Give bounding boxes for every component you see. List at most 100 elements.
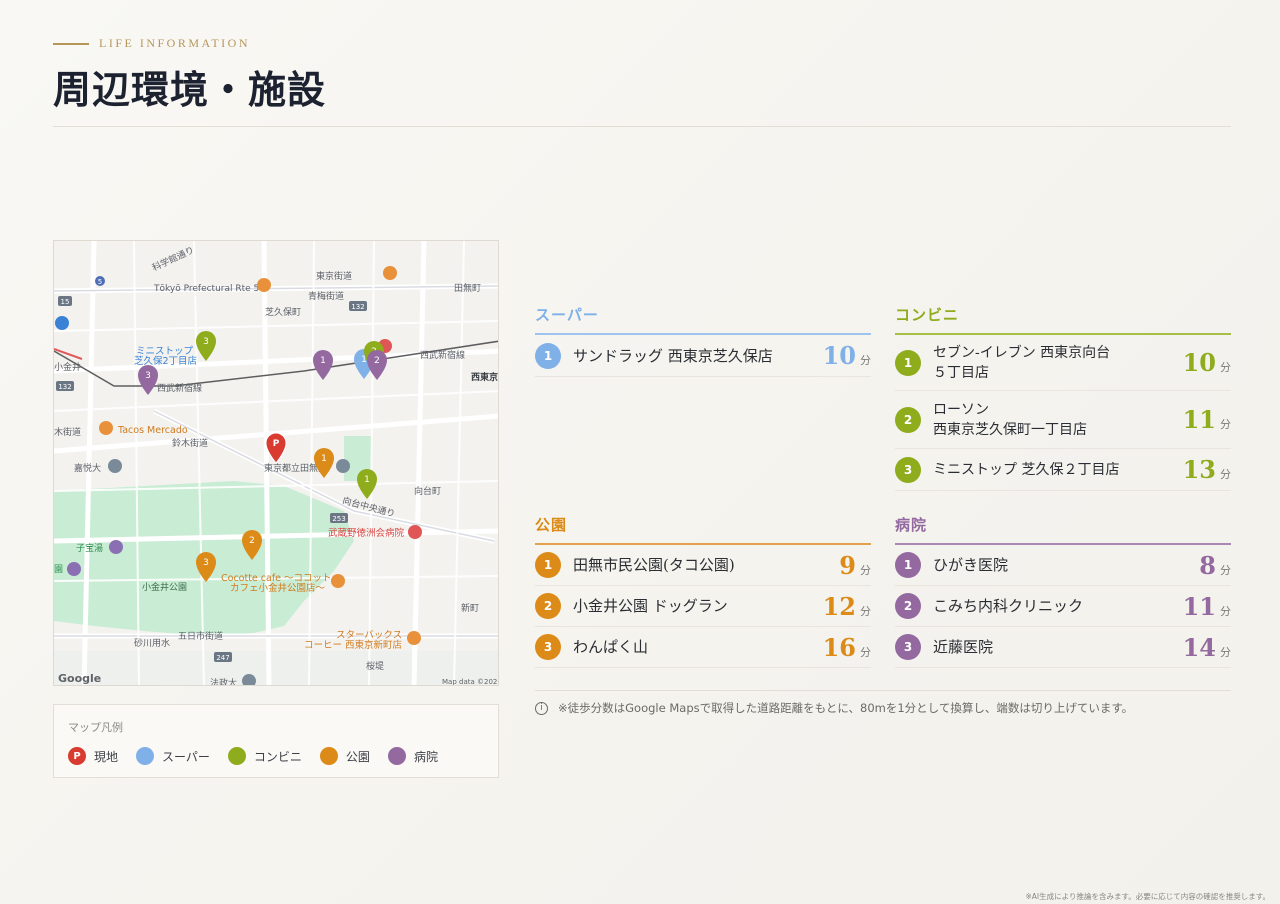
map-label: 芝久保2丁目店 bbox=[134, 355, 197, 367]
rank-badge: 2 bbox=[895, 593, 921, 619]
minutes-unit: 分 bbox=[1220, 418, 1231, 431]
rank-badge: 3 bbox=[535, 634, 561, 660]
legend-label: スーパー bbox=[162, 749, 210, 764]
park-dot-icon bbox=[319, 747, 338, 765]
list-item: 2 こみち内科クリニック 11 分 bbox=[895, 586, 1231, 627]
category-title: 公園 bbox=[535, 514, 871, 545]
route-shield: 253 bbox=[332, 515, 345, 523]
list-item: 2 ローソン 西東京芝久保町一丁目店 11 分 bbox=[895, 391, 1231, 449]
map-label: カフェ小金井公園店～ bbox=[230, 582, 326, 594]
walk-time: 16 分 bbox=[823, 633, 871, 662]
rank-badge: 1 bbox=[895, 349, 921, 376]
walk-time: 11 分 bbox=[1183, 405, 1231, 434]
legend-item-park: 公園 bbox=[319, 747, 370, 765]
walk-time: 13 分 bbox=[1183, 455, 1231, 484]
minutes-value: 11 bbox=[1182, 591, 1216, 621]
list-item: 3 ミニストップ 芝久保２丁目店 13 分 bbox=[895, 449, 1231, 491]
facility-name: ローソン 西東京芝久保町一丁目店 bbox=[933, 401, 1087, 438]
rank-badge: 3 bbox=[895, 634, 921, 660]
walk-time: 11 分 bbox=[1183, 592, 1231, 621]
map-label: 武蔵野徳洲会病院 bbox=[328, 527, 405, 539]
svg-text:1: 1 bbox=[364, 475, 370, 485]
svg-text:P: P bbox=[273, 439, 280, 449]
map-label: Tōkyō Prefectural Rte 5 bbox=[153, 284, 259, 294]
map-label: Tacos Mercado bbox=[117, 425, 188, 436]
minutes-value: 12 bbox=[822, 591, 856, 621]
minutes-unit: 分 bbox=[1220, 604, 1231, 618]
legend-item-super: スーパー bbox=[136, 747, 210, 765]
rank-badge: 1 bbox=[535, 342, 561, 369]
category-park: 公園 1 田無市民公園(タコ公園) 9分 2 小金井公園 ドッグラン 12 分 3… bbox=[535, 514, 871, 668]
map-label: 西東京 bbox=[471, 371, 498, 383]
minutes-value: 9 bbox=[839, 550, 856, 580]
map-label: 砂川用水 bbox=[134, 637, 170, 649]
legend-item-site: P 現地 bbox=[68, 747, 118, 765]
legend-title: マップ凡例 bbox=[68, 721, 123, 734]
svg-text:3: 3 bbox=[203, 558, 209, 568]
rank-badge: 2 bbox=[895, 406, 921, 433]
eyebrow: LIFE INFORMATION bbox=[53, 36, 1231, 51]
category-super: スーパー 1 サンドラッグ 西東京芝久保店 10 分 bbox=[535, 304, 871, 377]
facility-name: ひがき医院 bbox=[933, 556, 1009, 574]
list-item: 1 サンドラッグ 西東京芝久保店 10 分 bbox=[535, 335, 871, 377]
svg-text:2: 2 bbox=[249, 536, 255, 546]
list-item: 1 ひがき医院 8分 bbox=[895, 545, 1231, 586]
rank-badge: 3 bbox=[895, 456, 921, 483]
minutes-unit: 分 bbox=[1220, 645, 1231, 659]
map-label: 向台町 bbox=[414, 485, 441, 497]
map-legend: マップ凡例 P 現地 スーパー コンビニ 公園 病院 bbox=[53, 704, 499, 778]
conveni-dot-icon bbox=[227, 747, 246, 765]
minutes-value: 16 bbox=[822, 632, 856, 662]
map-label: 青梅街道 bbox=[308, 290, 344, 302]
area-map[interactable]: 科学館通り Tōkyō Prefectural Rte 5 東京街道 青梅街道 … bbox=[53, 240, 499, 686]
eyebrow-line bbox=[53, 42, 89, 45]
map-label: 園 bbox=[54, 564, 63, 575]
legend-item-hospital: 病院 bbox=[387, 747, 438, 765]
facility-name: 田無市民公園(タコ公園) bbox=[573, 556, 735, 574]
legend-item-conveni: コンビニ bbox=[227, 747, 302, 765]
minutes-value: 8 bbox=[1199, 550, 1216, 580]
map-label: コーヒー 西東京新町店 bbox=[304, 639, 402, 651]
walk-time: 12 分 bbox=[823, 592, 871, 621]
note-divider bbox=[535, 690, 1231, 691]
map-label: 子宝湯 bbox=[76, 542, 103, 554]
map-label: 新町 bbox=[461, 602, 479, 614]
svg-text:1: 1 bbox=[320, 356, 326, 366]
rank-badge: 1 bbox=[535, 552, 561, 578]
rank-badge: 2 bbox=[535, 593, 561, 619]
legend-label: 病院 bbox=[413, 749, 438, 764]
note-text: ※徒歩分数はGoogle Mapsで取得した道路距離をもとに、80mを1分として… bbox=[558, 701, 1134, 715]
route-shield: 132 bbox=[58, 383, 71, 391]
footer-disclaimer: ※AI生成により推論を含みます。必要に応じて内容の確認を推奨します。 bbox=[1025, 892, 1270, 901]
minutes-value: 10 bbox=[1182, 348, 1216, 377]
map-label: 五日市街道 bbox=[178, 630, 223, 642]
header-divider bbox=[53, 126, 1231, 127]
minutes-unit: 分 bbox=[1220, 563, 1231, 577]
minutes-unit: 分 bbox=[860, 563, 871, 577]
map-label: 鈴木街道 bbox=[172, 437, 208, 449]
facility-name: 近藤医院 bbox=[933, 638, 994, 656]
walk-time: 10 分 bbox=[823, 341, 871, 370]
facility-name: ミニストップ 芝久保２丁目店 bbox=[933, 461, 1120, 478]
route-shield: 247 bbox=[216, 654, 229, 662]
walk-time: 9分 bbox=[839, 551, 871, 580]
map-attribution: Map data ©2026 bbox=[442, 678, 499, 686]
minutes-value: 14 bbox=[1182, 632, 1216, 662]
route-shield: 15 bbox=[61, 298, 70, 306]
minutes-value: 13 bbox=[1182, 455, 1216, 484]
map-label: 小金井 bbox=[54, 361, 81, 373]
category-title: 病院 bbox=[895, 514, 1231, 545]
eyebrow-text: LIFE INFORMATION bbox=[99, 36, 250, 50]
list-item: 3 わんぱく山 16 分 bbox=[535, 627, 871, 668]
minutes-unit: 分 bbox=[860, 604, 871, 618]
facility-name: サンドラッグ 西東京芝久保店 bbox=[573, 346, 773, 365]
list-item: 3 近藤医院 14 分 bbox=[895, 627, 1231, 668]
hospital-dot-icon bbox=[387, 747, 406, 765]
minutes-unit: 分 bbox=[1220, 468, 1231, 481]
svg-text:1: 1 bbox=[321, 454, 327, 464]
facility-name: セブン-イレブン 西東京向台 ５丁目店 bbox=[933, 344, 1111, 381]
route-shield: 5 bbox=[98, 278, 102, 286]
walk-time-note: i ※徒歩分数はGoogle Mapsで取得した道路距離をもとに、80mを1分と… bbox=[535, 700, 1133, 716]
google-logo: Google bbox=[58, 672, 101, 685]
minutes-value: 11 bbox=[1182, 405, 1216, 434]
